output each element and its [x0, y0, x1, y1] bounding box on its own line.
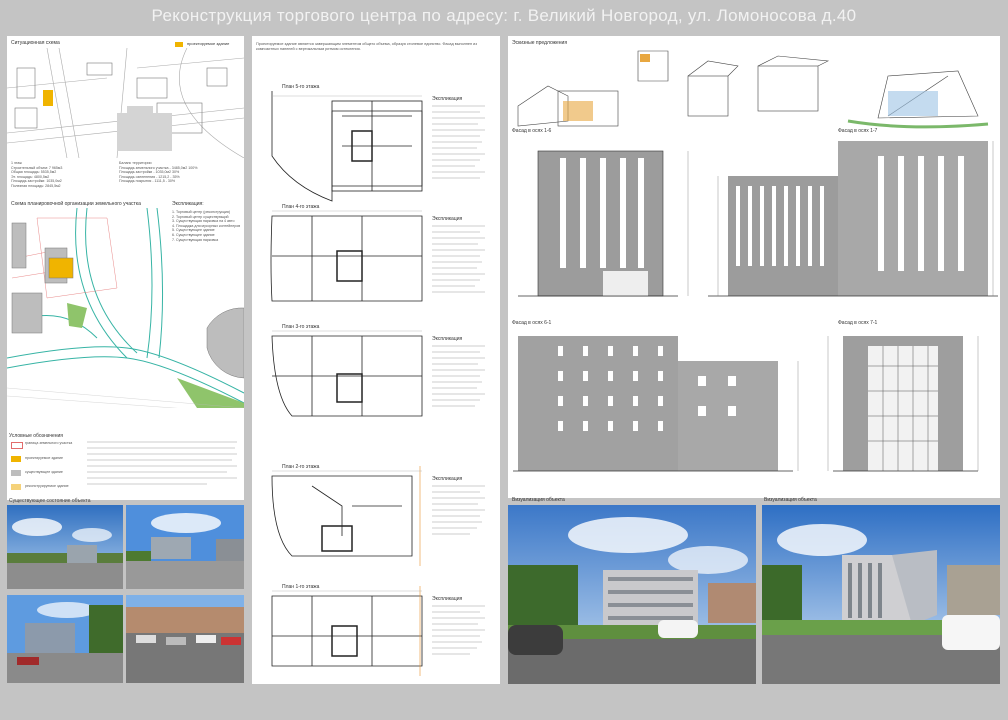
legend-yellow-swatch [175, 42, 183, 47]
photo-2 [126, 505, 244, 589]
facade1-label: Фасад в осях 1-6 [512, 128, 552, 134]
photo-1 [7, 505, 123, 589]
poster: Реконструкция торгового центра по адресу… [0, 0, 1008, 720]
legend-yellow-label: проектируемое здание [187, 41, 230, 46]
legend-item: реконструируемое здание [25, 484, 69, 488]
red-data-list: 1 этаж Строительный объем: 7 965м3 Общая… [11, 161, 106, 189]
legend-swatch [11, 470, 21, 476]
plan-title: План 4-го этажа [282, 204, 320, 210]
balance-list: Баланс территории Площадь земельного уча… [119, 161, 239, 184]
viz2-label: Визуализация объекта [764, 497, 817, 503]
left-legend: Условные обозначения граница земельного … [7, 430, 244, 500]
legend-swatch [11, 442, 23, 449]
red-item: Полезная площадь: 2845,5м2 [11, 183, 61, 188]
plan-title: План 1-го этажа [282, 584, 320, 590]
plan-title: План 3-го этажа [282, 324, 320, 330]
legend-label: Условные обозначения [9, 433, 64, 439]
explication-label: Экспликация: [172, 201, 204, 207]
legend-item: проектируемое здание [25, 456, 64, 460]
visualization-1 [508, 505, 756, 684]
sketches [517, 50, 989, 129]
legend-item: существующее здание [25, 470, 63, 474]
legend-swatch [11, 456, 21, 462]
facade4-label: Фасад в осях 7-1 [838, 320, 878, 326]
facade3-label: Фасад в осях 6-1 [512, 320, 552, 326]
legend-swatch [11, 484, 21, 490]
plan-title: План 5-го этажа [282, 84, 320, 90]
notes-lines [87, 441, 237, 485]
visualization-2 [762, 505, 1000, 684]
facades [513, 141, 998, 472]
balance-item: Площадь покрытия - 1111,5 - 30% [119, 179, 176, 184]
right-panel: Эскизные предложения Фасад в осях 1-6 Фа… [508, 36, 1000, 498]
legend-item: граница земельного участка [25, 441, 73, 445]
viz1-label: Визуализация объекта [512, 497, 565, 503]
page-title: Реконструкция торгового центра по адресу… [151, 6, 857, 25]
situation-label: Ситуационная схема [11, 40, 60, 46]
photos-label: Существующее состояние объекта [9, 498, 91, 504]
zoning-label: Схема планировочной организации земельно… [11, 201, 141, 207]
plan-title: План 2-го этажа [282, 464, 320, 470]
facade2-label: Фасад в осях 1-7 [838, 128, 878, 134]
explication-list: 1. Торговый центр (реконструкция) 2. Тор… [172, 210, 242, 242]
explication-item: 7. Существующая парковка [172, 237, 219, 242]
explication-lines [432, 105, 485, 655]
photo-4 [126, 595, 244, 683]
left-panel: Ситуационная схема проектируемое здание [7, 36, 244, 430]
situation-map [7, 48, 244, 158]
middle-panel: Проектируемое здание является завершающи… [252, 36, 500, 684]
photo-3 [7, 595, 123, 683]
